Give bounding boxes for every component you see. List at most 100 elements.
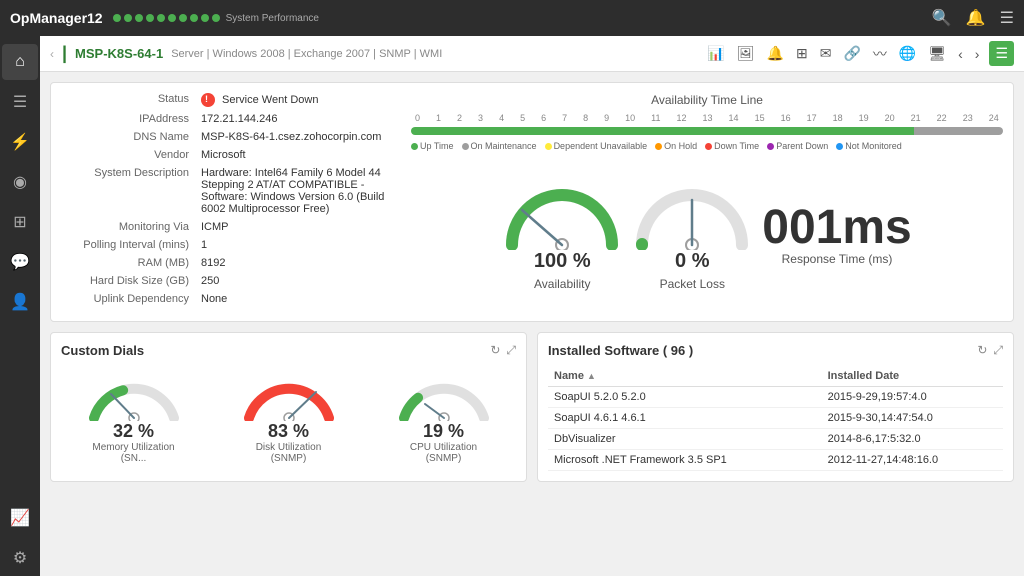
legend-on-hold: On Hold [655,141,697,151]
memory-dial-value: 32 % [113,421,154,442]
screen-icon[interactable]: 🖥 [926,43,948,64]
status-dot [124,14,132,22]
sidebar-item-map[interactable]: ◉ [2,164,38,200]
search-icon[interactable]: 🔍 [932,8,952,28]
devices-icon: ⊞ [13,212,26,232]
polling-value: 1 [201,239,401,251]
prev-icon[interactable]: ‹ [956,44,965,64]
sw-col-date: Installed Date [822,366,1003,387]
response-time-display: 001ms Response Time (ms) [762,204,911,266]
info-row-dns: DNS Name MSP-K8S-64-1.csez.zohocorpin.co… [61,131,401,143]
sw-row[interactable]: SoapUI 4.6.1 4.6.1 2015-9-30,14:47:54.0 [548,408,1003,429]
sidebar-item-home[interactable]: ⌂ [2,44,38,80]
legend-dot-parent [767,143,774,150]
monitoring-label: Monitoring Via [61,221,201,233]
menu-icon[interactable]: ☰ [1000,8,1014,28]
packet-loss-gauge: 0 % Packet Loss [632,180,752,291]
image-icon[interactable]: 🖼 [735,43,757,64]
expand-icon[interactable]: ⤢ [506,343,516,358]
packet-loss-gauge-label: Packet Loss [660,277,725,291]
sidebar-item-chart[interactable]: 📈 [2,500,38,536]
vendor-label: Vendor [61,149,201,161]
sw-date: 2015-9-29,19:57:4.0 [822,387,1003,408]
legend-dot-maintenance [462,143,469,150]
next-icon[interactable]: › [973,44,982,64]
globe-icon[interactable]: 🌐 [897,43,918,64]
info-row-uplink: Uplink Dependency None [61,293,401,305]
refresh-icon[interactable]: ↻ [490,343,500,358]
wave-icon[interactable]: 〰 [871,42,889,66]
installed-software-title: Installed Software ( 96 ) [548,343,977,358]
info-row-status: Status Service Went Down [61,93,401,107]
legend-dot-notmon [836,143,843,150]
memory-dial-label: Memory Utilization (SN... [89,442,179,464]
status-value: Service Went Down [201,93,401,107]
legend-dot-dependent [545,143,552,150]
custom-dials-panel: Custom Dials ↻ ⤢ [50,332,527,482]
sidebar-item-list[interactable]: ☰ [2,84,38,120]
status-dot [212,14,220,22]
sidebar-item-chat[interactable]: 💬 [2,244,38,280]
memory-dial-svg [89,366,179,421]
status-down-icon [201,93,215,107]
sw-name: Microsoft .NET Framework 3.5 SP1 [548,450,822,471]
legend-dependent-unavail: Dependent Unavailable [545,141,648,151]
status-dot [157,14,165,22]
gauges-row: 100 % Availability 0 % [411,159,1003,311]
timeline-legend: Up Time On Maintenance Dependent Unavail… [411,141,1003,151]
sw-refresh-icon[interactable]: ↻ [977,343,987,358]
sidebar-item-devices[interactable]: ⊞ [2,204,38,240]
sw-date: 2012-11-27,14:48:16.0 [822,450,1003,471]
sort-icon[interactable]: ▲ [587,371,596,381]
ip-label: IPAddress [61,113,201,125]
dns-label: DNS Name [61,131,201,143]
legend-downtime: Down Time [705,141,759,151]
sidebar-item-alerts[interactable]: ⚡ [2,124,38,160]
grid-icon[interactable]: ⊞ [794,43,810,64]
sysdesc-value: Hardware: Intel64 Family 6 Model 44 Step… [201,167,401,215]
hamburger-menu-icon[interactable]: ☰ [989,41,1014,66]
sw-row[interactable]: DbVisualizer 2014-8-6,17:5:32.0 [548,429,1003,450]
response-time-value: 001ms [762,204,911,252]
disk-dial: 83 % Disk Utilization (SNMP) [244,366,334,464]
bell-icon[interactable]: 🔔 [966,8,986,28]
mail-icon[interactable]: ✉ [818,43,834,64]
disk-dial-svg [244,366,334,421]
ram-value: 8192 [201,257,401,269]
chart-icon: 📈 [10,508,30,528]
sw-name: SoapUI 5.2.0 5.2.0 [548,387,822,408]
status-dot [146,14,154,22]
polling-label: Polling Interval (mins) [61,239,201,251]
monitoring-value: ICMP [201,221,401,233]
sidebar-item-user[interactable]: 👤 [2,284,38,320]
device-meta: Server | Windows 2008 | Exchange 2007 | … [171,48,442,60]
sw-row[interactable]: Microsoft .NET Framework 3.5 SP1 2012-11… [548,450,1003,471]
sw-row[interactable]: SoapUI 5.2.0 5.2.0 2015-9-29,19:57:4.0 [548,387,1003,408]
uplink-value: None [201,293,401,305]
link-icon[interactable]: 🔗 [841,43,862,64]
chart-bar-icon[interactable]: 📊 [705,43,726,64]
timeline-numbers: 0123456789101112131415161718192021222324 [411,113,1003,123]
uplink-label: Uplink Dependency [61,293,201,305]
sw-expand-icon[interactable]: ⤢ [993,343,1003,358]
ip-value: 172.21.144.246 [201,113,401,125]
custom-dials-header: Custom Dials ↻ ⤢ [61,343,516,358]
sidebar-item-settings[interactable]: ⚙ [2,540,38,576]
back-button[interactable]: ‹ [50,47,54,61]
info-row-ram: RAM (MB) 8192 [61,257,401,269]
sw-col-name: Name ▲ [548,366,822,387]
cpu-dial-value: 19 % [423,421,464,442]
status-dot [201,14,209,22]
alerts-icon: ⚡ [10,132,30,152]
info-row-monitoring: Monitoring Via ICMP [61,221,401,233]
map-icon: ◉ [13,172,27,192]
sw-date: 2014-8-6,17:5:32.0 [822,429,1003,450]
alert-config-icon[interactable]: 🔔 [765,43,786,64]
topbar-actions: 🔍 🔔 ☰ [932,8,1014,28]
dns-value: MSP-K8S-64-1.csez.zohocorpin.com [201,131,401,143]
legend-not-monitored: Not Monitored [836,141,902,151]
sw-date: 2015-9-30,14:47:54.0 [822,408,1003,429]
status-dot [135,14,143,22]
software-table: Name ▲ Installed Date SoapUI 5.2.0 5.2.0… [548,366,1003,471]
cpu-dial-label: CPU Utilization (SNMP) [399,442,489,464]
